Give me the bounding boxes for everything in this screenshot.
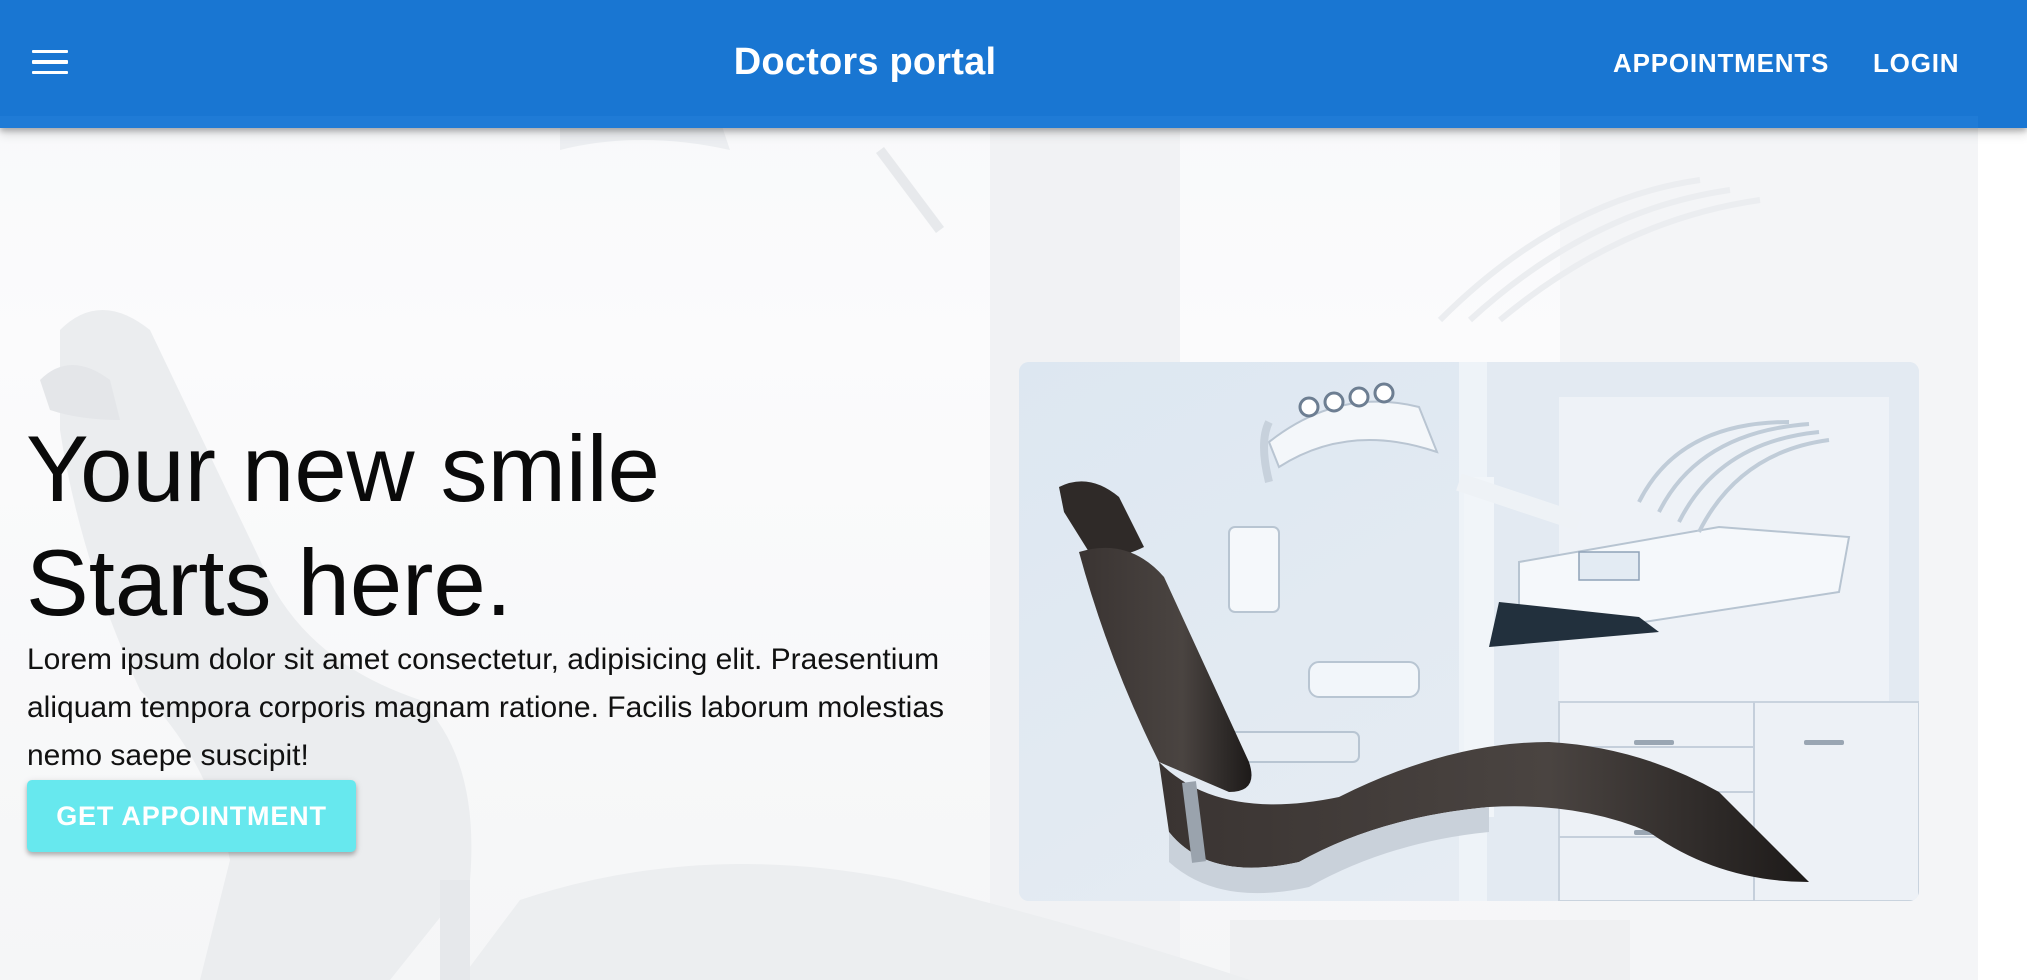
dental-chair-photo xyxy=(1019,362,1919,901)
page-right-margin xyxy=(1978,0,2027,980)
hero-title: Your new smile Starts here. xyxy=(26,412,926,640)
menu-line xyxy=(32,70,68,75)
menu-line xyxy=(32,60,68,64)
hero-title-line-2: Starts here. xyxy=(26,530,512,635)
appointments-nav-button[interactable]: APPOINTMENTS xyxy=(1603,40,1839,86)
login-nav-button[interactable]: LOGIN xyxy=(1863,40,1969,86)
app-bar: Doctors portal APPOINTMENTS LOGIN xyxy=(0,0,2027,128)
page: Doctors portal APPOINTMENTS LOGIN Your n… xyxy=(0,0,2027,980)
get-appointment-button[interactable]: GET APPOINTMENT xyxy=(27,780,356,852)
hero-description: Lorem ipsum dolor sit amet consectetur, … xyxy=(27,643,945,772)
app-title: Doctors portal xyxy=(733,41,997,83)
app-bar-content: Doctors portal APPOINTMENTS LOGIN xyxy=(0,0,2027,128)
hamburger-menu-icon[interactable] xyxy=(22,34,78,90)
menu-line xyxy=(32,49,68,54)
hero-title-line-1: Your new smile xyxy=(26,416,660,521)
